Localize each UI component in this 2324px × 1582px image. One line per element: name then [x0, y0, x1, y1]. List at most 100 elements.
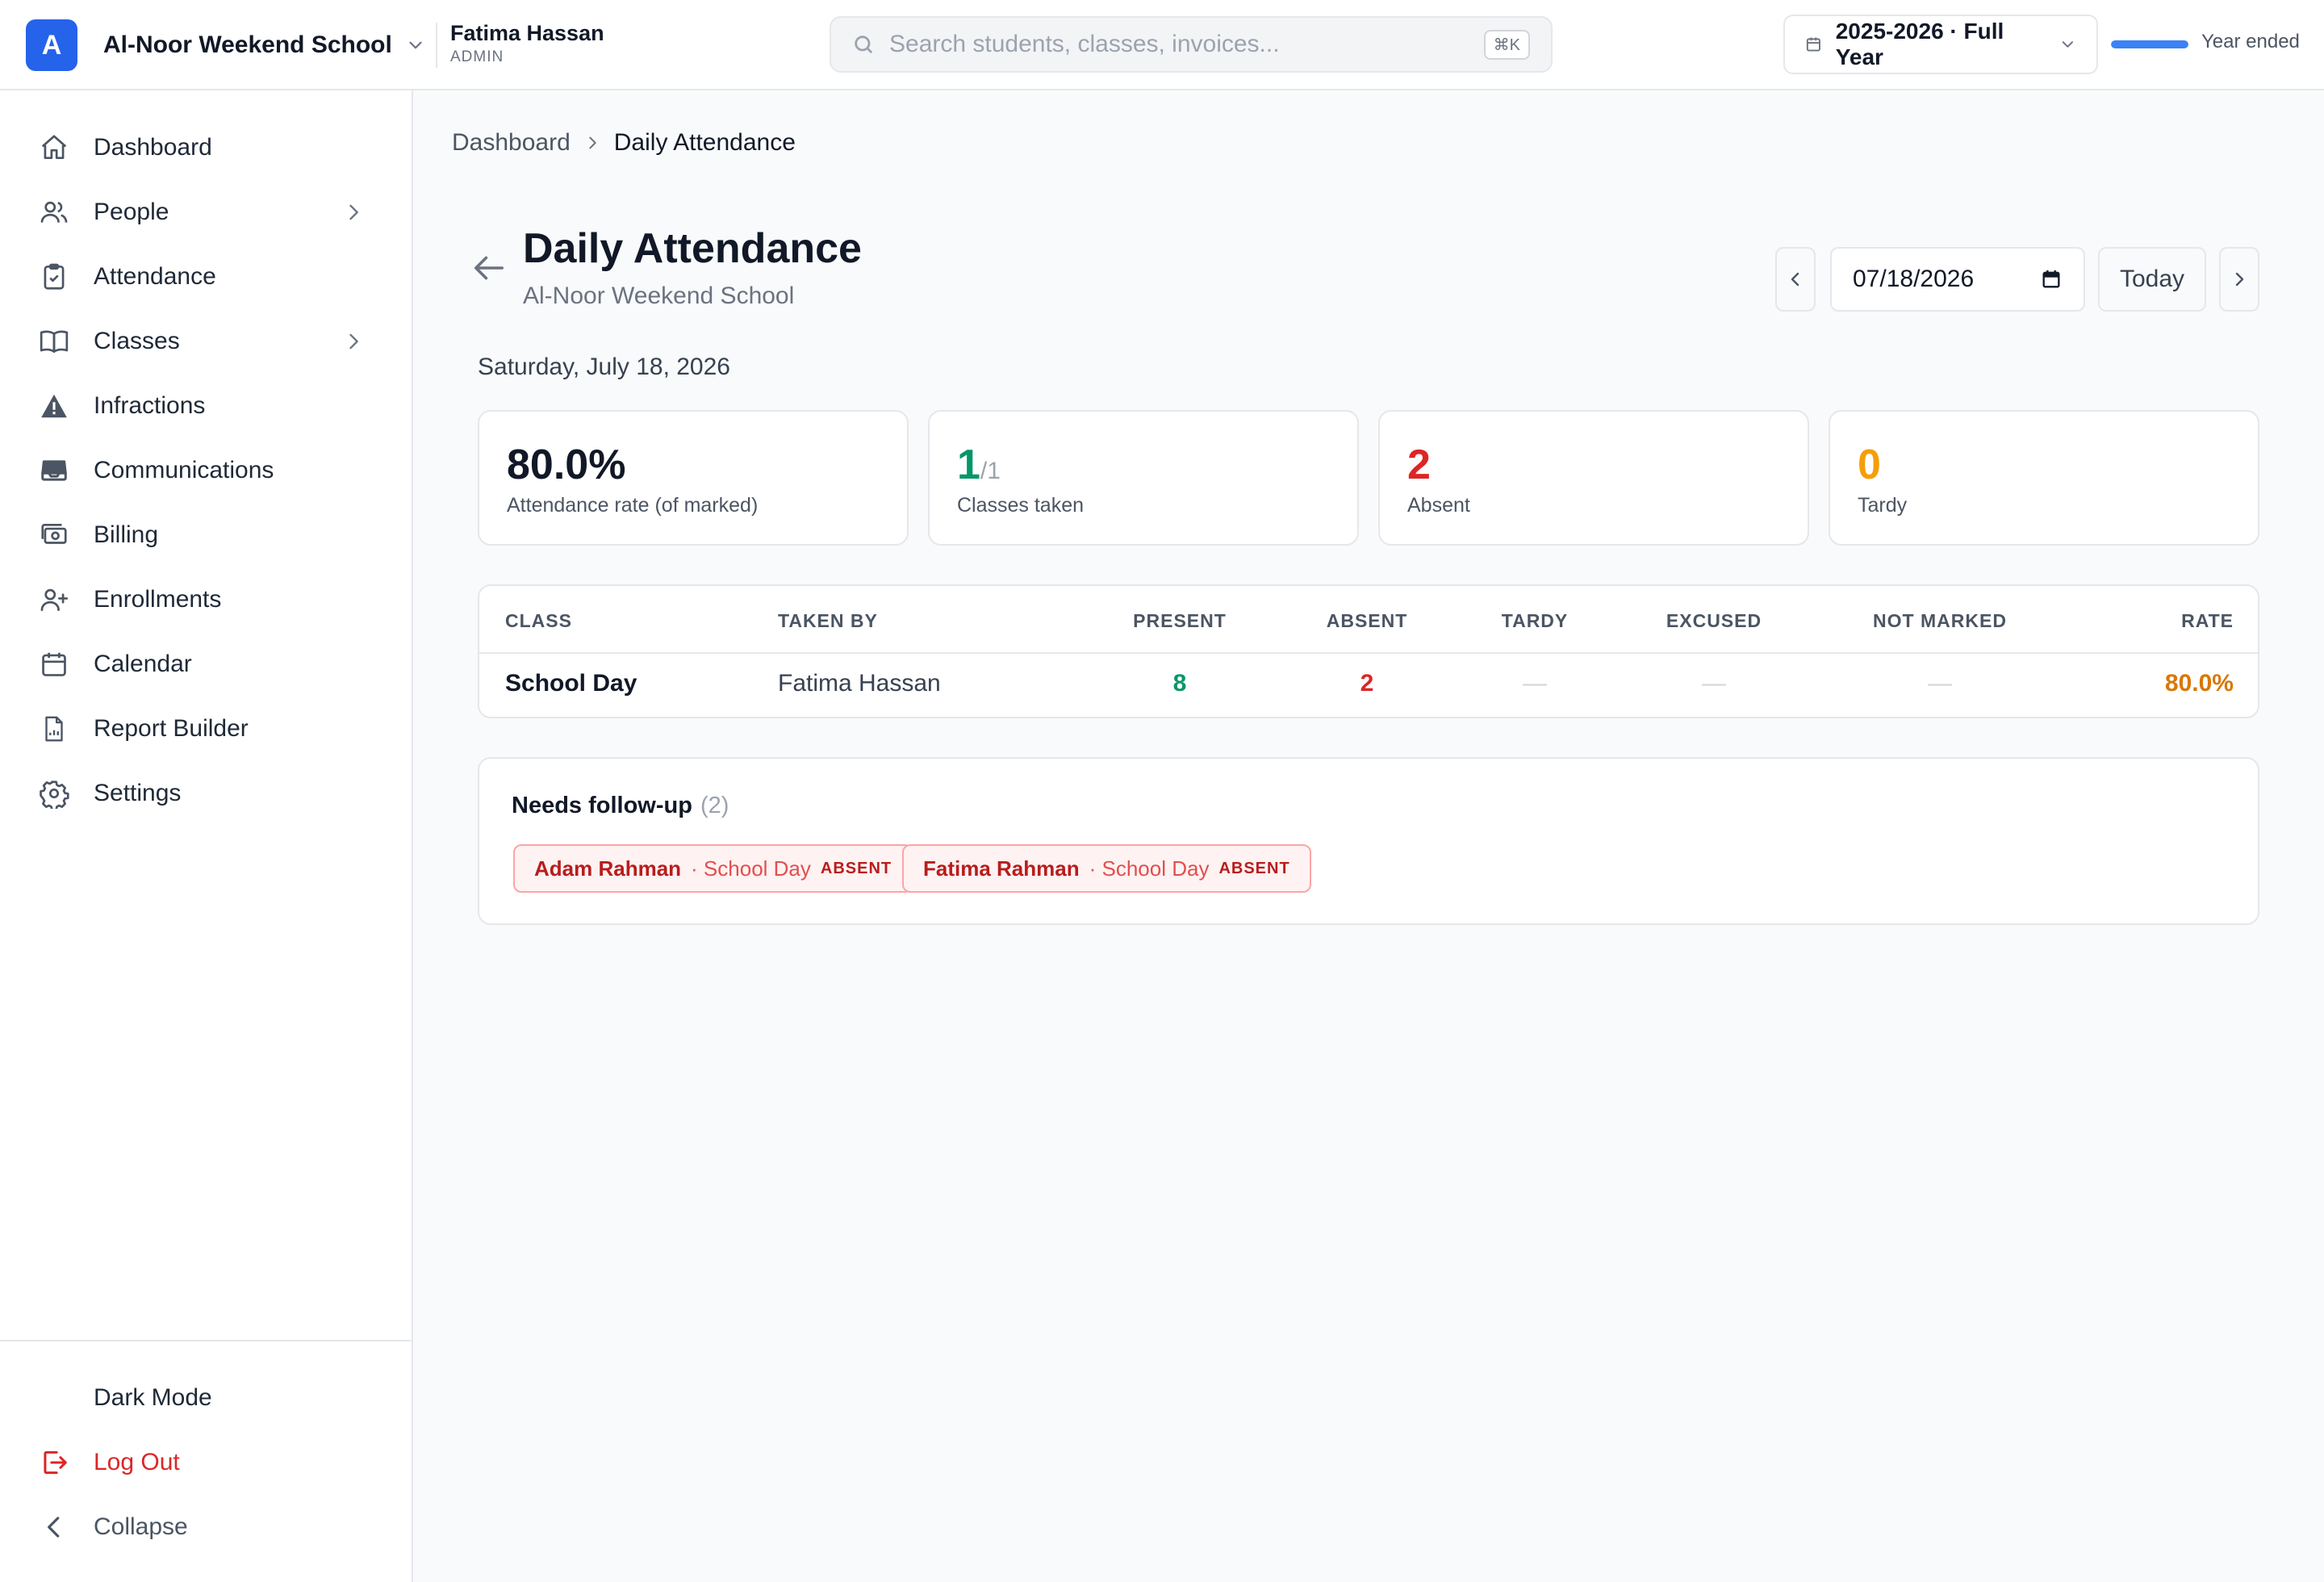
stat-card-attendance-rate: 80.0% Attendance rate (of marked) — [478, 410, 909, 546]
home-icon — [41, 135, 67, 160]
sidebar-item-infractions[interactable]: Infractions — [19, 377, 394, 435]
follow-up-chip[interactable]: Fatima Rahman · School Day ABSENT — [902, 844, 1311, 893]
sidebar-item-label: Dashboard — [94, 134, 212, 161]
school-year-select[interactable]: 2025-2026 · Full Year — [1783, 15, 2098, 74]
stat-label: Absent — [1407, 494, 1470, 517]
previous-day-button[interactable] — [1775, 247, 1816, 312]
calendar-icon[interactable] — [2040, 268, 2063, 291]
column-header-taken-by[interactable]: TAKEN BY — [778, 610, 878, 632]
collapse-label: Collapse — [94, 1513, 188, 1540]
chevron-left-icon — [48, 1517, 60, 1538]
column-header-absent[interactable]: ABSENT — [1327, 610, 1408, 632]
stat-label: Classes taken — [957, 494, 1085, 517]
money-icon — [41, 523, 67, 544]
gear-icon — [40, 781, 69, 809]
moon-icon — [44, 1387, 56, 1409]
sidebar-item-label: Billing — [94, 521, 159, 548]
sidebar-item-billing[interactable]: Billing — [19, 506, 394, 564]
user-name[interactable]: Fatima Hassan — [450, 21, 604, 46]
sidebar-item-label: Calendar — [94, 651, 192, 677]
sidebar: Dashboard People Attendance Classes Infr… — [0, 90, 413, 1582]
chevron-down-icon — [409, 41, 422, 49]
column-header-rate[interactable]: RATE — [2181, 610, 2234, 632]
school-year-progress-bar — [2111, 40, 2188, 48]
class-attendance-table: CLASS TAKEN BY PRESENT ABSENT TARDY EXCU… — [478, 584, 2259, 718]
dark-mode-toggle[interactable]: Dark Mode — [19, 1369, 394, 1427]
sidebar-item-classes[interactable]: Classes — [19, 312, 394, 370]
column-header-class[interactable]: CLASS — [505, 610, 572, 632]
selected-date-heading: Saturday, July 18, 2026 — [478, 354, 730, 380]
sidebar-item-people[interactable]: People — [19, 183, 394, 241]
sidebar-item-calendar[interactable]: Calendar — [19, 635, 394, 693]
calendar-icon — [42, 652, 66, 676]
sidebar-item-label: Settings — [94, 780, 182, 806]
column-header-tardy[interactable]: TARDY — [1502, 610, 1569, 632]
column-header-present[interactable]: PRESENT — [1133, 610, 1227, 632]
chevron-right-icon — [2235, 272, 2244, 287]
sidebar-item-settings[interactable]: Settings — [19, 764, 394, 822]
logout-icon — [44, 1450, 67, 1475]
chevron-right-icon — [349, 333, 358, 349]
follow-up-chip[interactable]: Adam Rahman · School Day ABSENT — [513, 844, 913, 893]
back-arrow-icon[interactable] — [471, 253, 507, 282]
search-input[interactable] — [889, 31, 1484, 58]
stat-value: 80.0% — [507, 442, 626, 488]
inbox-icon — [41, 460, 67, 481]
next-day-button[interactable] — [2219, 247, 2259, 312]
cell-not-marked: — — [1928, 670, 1952, 697]
school-logo[interactable]: A — [26, 19, 77, 71]
cell-absent: 2 — [1360, 670, 1374, 697]
sidebar-item-dashboard[interactable]: Dashboard — [19, 119, 394, 177]
breadcrumb-current: Daily Attendance — [613, 129, 796, 156]
stat-value: 2 — [1407, 442, 1431, 488]
cell-rate: 80.0% — [2164, 670, 2234, 697]
follow-up-title-text: Needs follow-up — [512, 793, 692, 818]
cell-taken-by: Fatima Hassan — [778, 670, 941, 697]
header-divider — [436, 23, 437, 68]
top-bar: A Al-Noor Weekend School Fatima Hassan A… — [0, 0, 2324, 90]
school-switcher[interactable]: Al-Noor Weekend School — [103, 24, 426, 66]
student-name: Adam Rahman — [534, 856, 682, 881]
sidebar-divider — [0, 1340, 412, 1341]
status-badge: ABSENT — [820, 859, 892, 877]
sidebar-item-attendance[interactable]: Attendance — [19, 248, 394, 306]
user-plus-icon — [40, 588, 69, 612]
sidebar-item-report-builder[interactable]: Report Builder — [19, 700, 394, 758]
sidebar-item-enrollments[interactable]: Enrollments — [19, 571, 394, 629]
warning-icon — [41, 394, 67, 418]
page-subtitle: Al-Noor Weekend School — [523, 282, 795, 309]
sidebar-item-label: Attendance — [94, 263, 216, 290]
status-badge: ABSENT — [1218, 859, 1290, 877]
chevron-left-icon — [1791, 272, 1799, 287]
follow-up-title: Needs follow-up (2) — [512, 793, 729, 819]
column-header-not-marked[interactable]: NOT MARKED — [1873, 610, 2007, 632]
student-name: Fatima Rahman — [923, 856, 1080, 881]
collapse-sidebar-button[interactable]: Collapse — [19, 1498, 394, 1556]
today-button[interactable]: Today — [2098, 247, 2206, 312]
stat-value-number: 1 — [957, 442, 980, 488]
school-year-status: Year ended — [2201, 31, 2300, 52]
school-year-progress-fill — [2111, 40, 2188, 48]
chevron-down-icon — [2063, 41, 2074, 48]
search-box[interactable]: ⌘K — [830, 16, 1553, 73]
users-icon — [40, 201, 68, 223]
column-header-excused[interactable]: EXCUSED — [1666, 610, 1762, 632]
stat-label: Tardy — [1858, 494, 1908, 517]
logout-button[interactable]: Log Out — [19, 1433, 394, 1492]
breadcrumb-dashboard-link[interactable]: Dashboard — [452, 129, 571, 157]
book-icon — [40, 330, 69, 354]
school-year-label: 2025-2026 · Full Year — [1835, 19, 2004, 69]
date-picker-input[interactable]: 07/18/2026 — [1830, 247, 2085, 312]
breadcrumb: Dashboard Daily Attendance — [452, 129, 796, 157]
chip-class: · School Day — [691, 856, 811, 881]
sidebar-item-label: Infractions — [94, 392, 206, 419]
table-header-divider — [479, 652, 2258, 654]
user-role: ADMIN — [450, 48, 504, 65]
search-icon — [855, 36, 872, 53]
sidebar-item-label: People — [94, 199, 169, 225]
cell-present: 8 — [1172, 670, 1187, 697]
chevron-right-icon — [349, 204, 358, 220]
sidebar-item-communications[interactable]: Communications — [19, 442, 394, 500]
logout-label: Log Out — [94, 1449, 180, 1475]
stat-label: Attendance rate (of marked) — [507, 494, 759, 517]
